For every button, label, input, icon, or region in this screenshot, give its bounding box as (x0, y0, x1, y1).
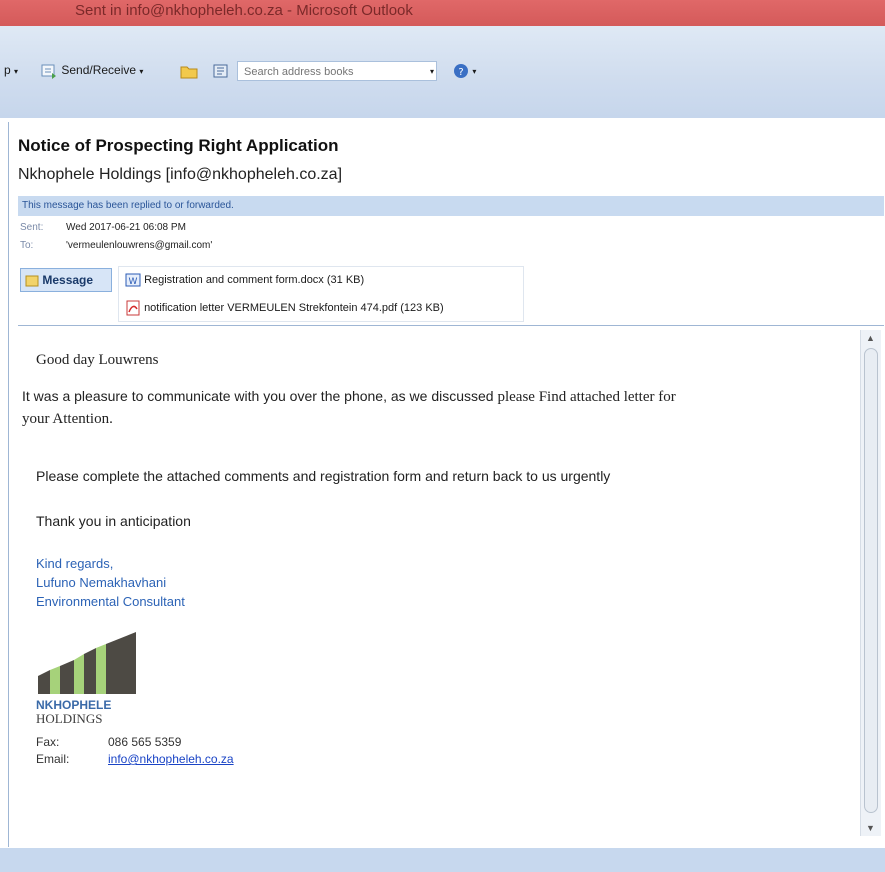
sent-label: Sent: (20, 222, 44, 233)
attachments-area: Message W Registration and comment form.… (20, 266, 525, 322)
svg-text:W: W (129, 277, 138, 287)
vertical-scrollbar[interactable]: ▲ ▼ (860, 330, 881, 836)
to-value[interactable]: 'vermeulenlouwrens@gmail.com' (66, 240, 212, 251)
title-bar: Sent in info@nkhopheleh.co.za - Microsof… (0, 0, 885, 26)
help-icon: ? (454, 64, 468, 78)
logo-bars-graphic (38, 632, 136, 694)
company-logo: NKHOPHELE HOLDINGS (36, 630, 146, 726)
cut-label: p (4, 63, 11, 77)
folder-button[interactable] (180, 63, 198, 79)
email-link[interactable]: info@nkhopheleh.co.za (108, 752, 234, 766)
send-receive-icon (41, 64, 56, 79)
svg-text:?: ? (458, 67, 463, 78)
cut-menu-button[interactable]: p ▾ (4, 63, 18, 77)
address-book-button[interactable] (212, 63, 230, 79)
search-address-books-box[interactable] (237, 61, 437, 81)
attachment-list: W Registration and comment form.docx (31… (118, 266, 524, 322)
attachment-name: Registration and comment form.docx (31 K… (144, 273, 365, 286)
body-line-2: your Attention. (22, 411, 113, 427)
envelope-icon (25, 275, 39, 287)
overflow-icon: ▾ (472, 67, 477, 77)
body-line-1a: It was a pleasure to communicate with yo… (22, 388, 498, 404)
window-title: Sent in info@nkhopheleh.co.za - Microsof… (75, 2, 413, 19)
chevron-down-icon: ▾ (14, 67, 19, 76)
to-row: To: 'vermeulenlouwrens@gmail.com' (20, 240, 212, 251)
attachment-name: notification letter VERMEULEN Strekfonte… (144, 301, 444, 314)
pdf-icon (126, 300, 140, 316)
greeting: Good day Louwrens (36, 352, 159, 368)
scrollbar-thumb[interactable] (864, 348, 878, 813)
signature-line-3: Environmental Consultant (36, 594, 185, 609)
address-book-icon (213, 64, 228, 78)
attachment-pdf[interactable]: notification letter VERMEULEN Strekfonte… (125, 300, 444, 316)
email-row: Email: info@nkhopheleh.co.za (36, 752, 234, 766)
scroll-up-arrow-icon[interactable]: ▲ (866, 333, 875, 343)
toolbar: p ▾ Send/Receive ▾ ▾ (0, 26, 885, 118)
email-label: Email: (36, 752, 70, 766)
info-bar[interactable]: This message has been replied to or forw… (18, 196, 884, 216)
chevron-down-icon: ▾ (430, 67, 435, 76)
fax-label: Fax: (36, 735, 60, 749)
signature-line-2: Lufuno Nemakhavhani (36, 575, 167, 590)
email-subject: Notice of Prospecting Right Application (18, 136, 339, 155)
attachment-docx[interactable]: W Registration and comment form.docx (31… (125, 273, 364, 287)
message-tab-label: Message (42, 273, 94, 287)
chevron-down-icon: ▾ (139, 67, 144, 77)
body-line-3: Please complete the attached comments an… (36, 468, 611, 484)
header-divider (18, 325, 884, 326)
body-line-1: It was a pleasure to communicate with yo… (22, 388, 676, 406)
send-receive-button[interactable]: Send/Receive ▾ (40, 63, 143, 79)
fax-row: Fax: 086 565 5359 (36, 735, 181, 749)
signature-line-1: Kind regards, (36, 556, 114, 571)
folder-icon (180, 66, 198, 79)
body-line-1b: please Find attached letter for (497, 389, 676, 405)
word-icon: W (125, 273, 141, 287)
sent-value: Wed 2017-06-21 06:08 PM (66, 222, 186, 233)
sent-row: Sent: Wed 2017-06-21 06:08 PM (20, 222, 186, 233)
search-address-books-input[interactable] (242, 63, 426, 81)
body-line-4: Thank you in anticipation (36, 513, 191, 529)
fax-value: 086 565 5359 (108, 735, 182, 749)
toolbar-row: p ▾ Send/Receive ▾ ▾ (0, 60, 885, 84)
status-bar (0, 848, 885, 872)
email-sender: Nkhophele Holdings [info@nkhopheleh.co.z… (18, 166, 343, 183)
search-dropdown-button[interactable]: ▾ (430, 63, 434, 77)
logo-subtitle: HOLDINGS (36, 711, 103, 726)
to-label: To: (20, 240, 34, 251)
scroll-down-arrow-icon[interactable]: ▼ (866, 823, 875, 833)
message-tab[interactable]: Message (20, 268, 112, 292)
send-receive-label: Send/Receive (61, 63, 137, 78)
help-button[interactable]: ? ▾ (453, 63, 476, 79)
